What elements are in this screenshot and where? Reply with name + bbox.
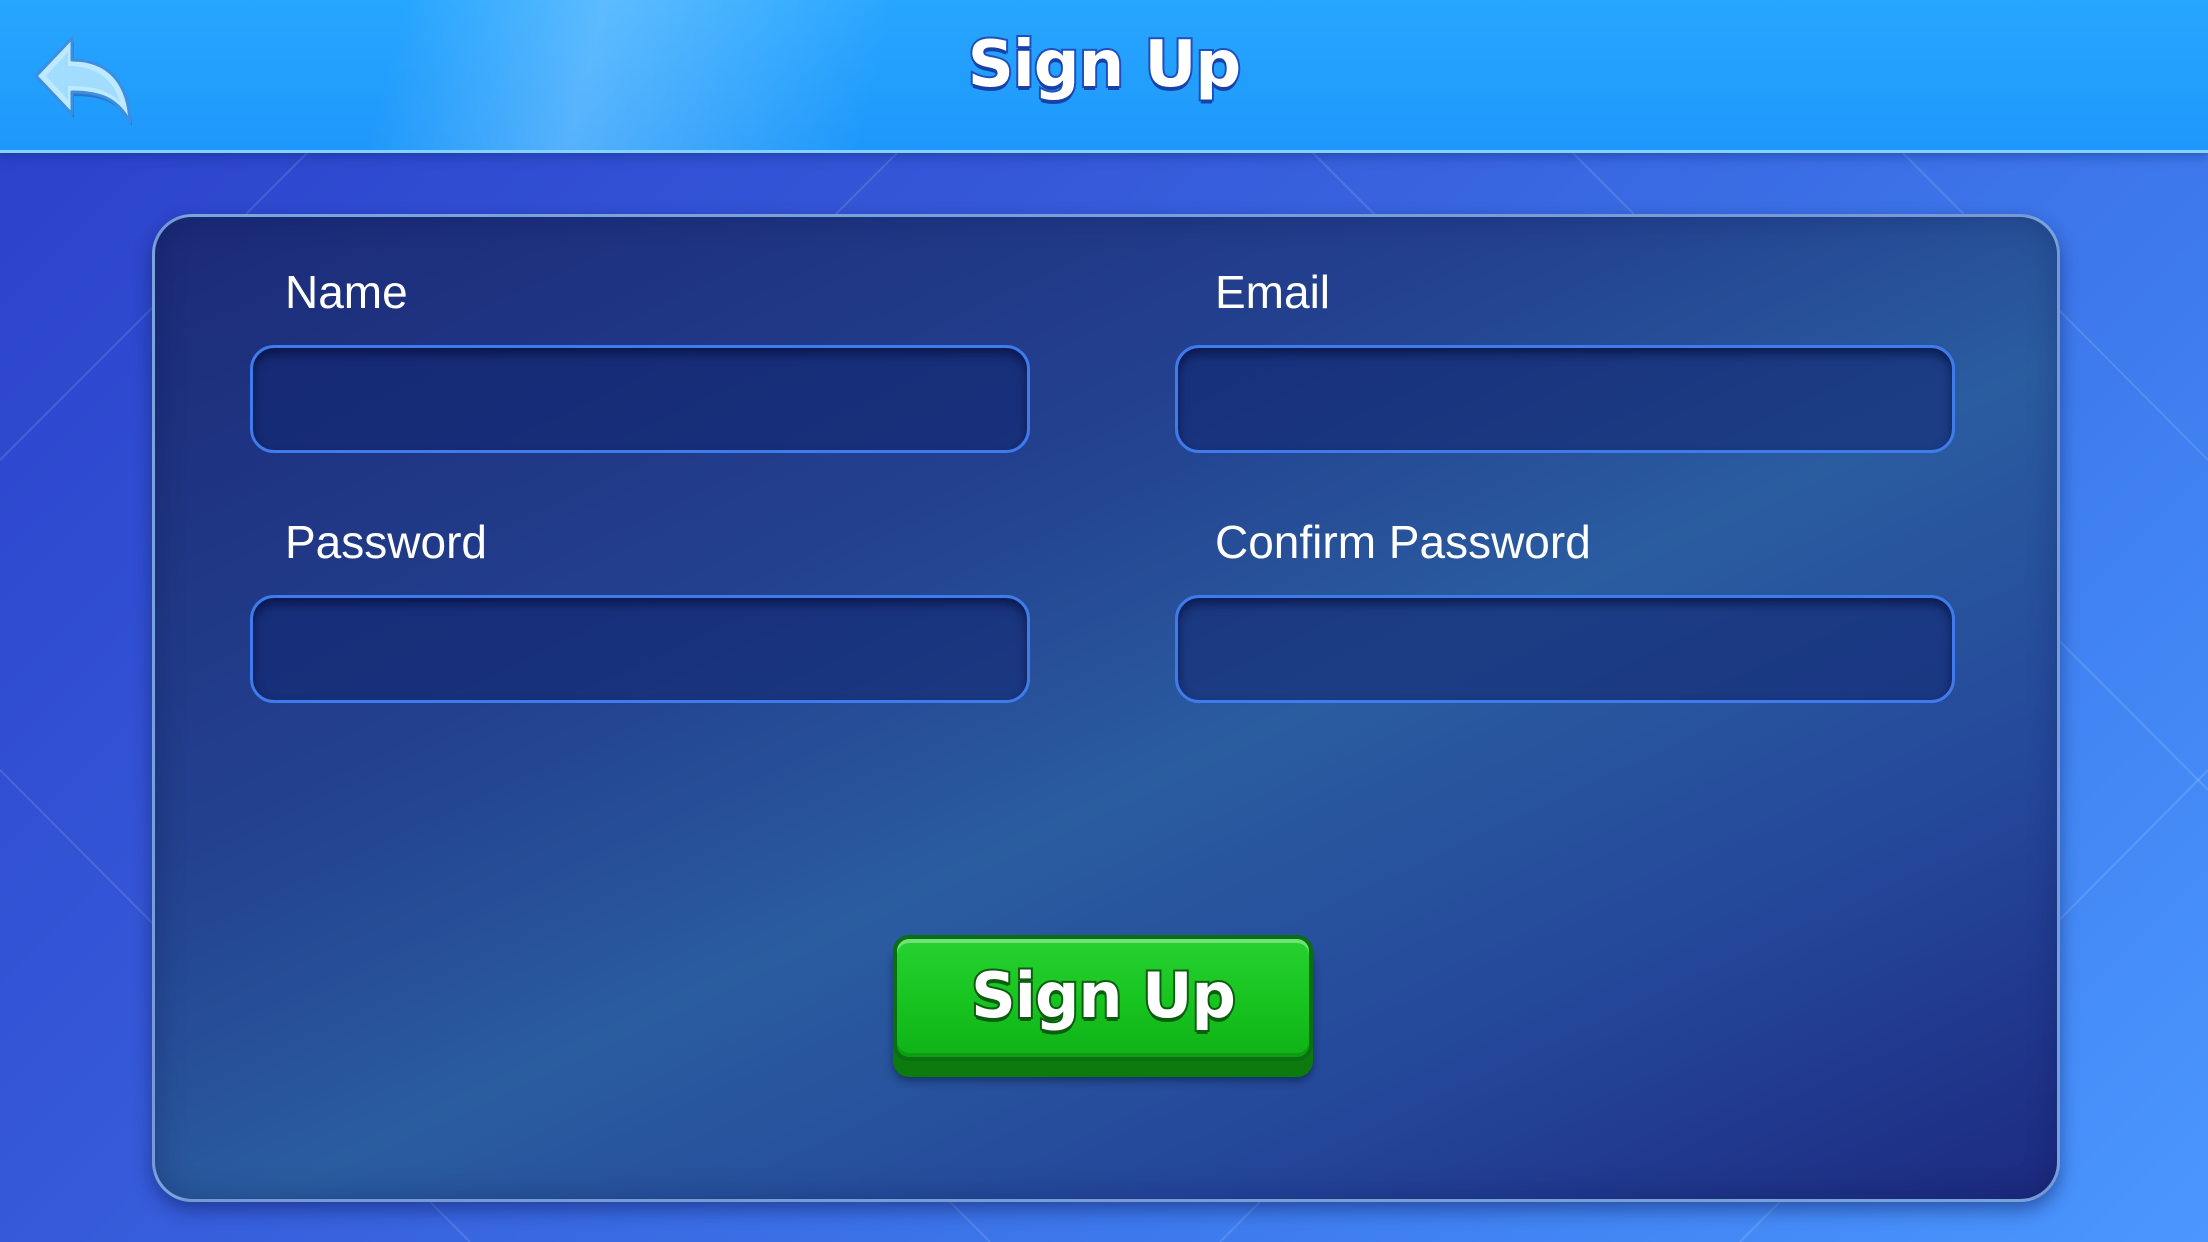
email-label: Email — [1215, 266, 1331, 318]
name-input[interactable] — [250, 345, 1030, 453]
signup-form-panel: Name Email Password Confirm Password Sig… — [152, 214, 2060, 1202]
header-bar: Sign Up — [0, 0, 2208, 153]
sign-up-button-label: Sign Up — [969, 957, 1238, 1034]
password-label: Password — [285, 516, 487, 568]
confirm-password-input[interactable] — [1175, 595, 1955, 703]
password-input[interactable] — [250, 595, 1030, 703]
name-label: Name — [285, 266, 408, 318]
page-title: Sign Up — [966, 26, 1243, 104]
sign-up-button[interactable]: Sign Up — [893, 935, 1313, 1077]
email-input[interactable] — [1175, 345, 1955, 453]
confirm-password-label: Confirm Password — [1215, 516, 1591, 568]
